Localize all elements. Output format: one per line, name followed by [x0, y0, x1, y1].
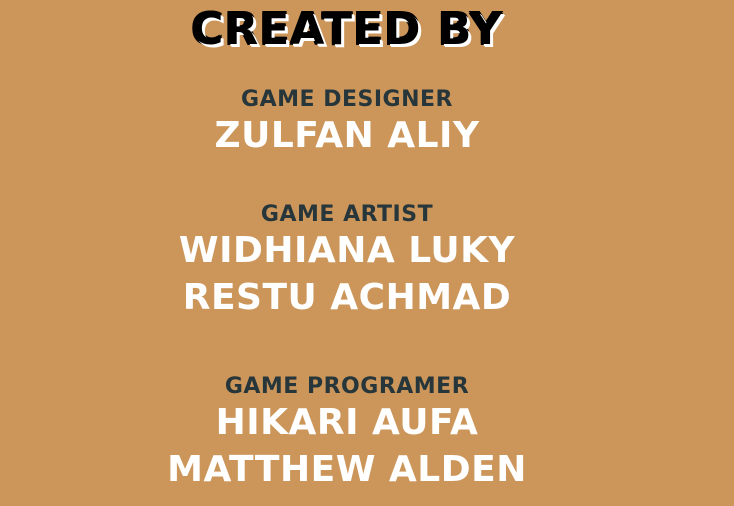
role-game-programer: GAME PROGRAMER [224, 374, 470, 399]
credit-name: HIKARI AUFA [215, 402, 479, 443]
credit-name: WIDHIANA LUKY [178, 230, 516, 271]
role-game-artist: GAME ARTIST [260, 202, 434, 227]
credit-name: ZULFAN ALIY [214, 115, 480, 156]
credits-title: CREATED BY [191, 4, 503, 55]
role-game-designer: GAME DESIGNER [241, 87, 453, 112]
credit-name: RESTU ACHMAD [182, 277, 512, 318]
credit-name: MATTHEW ALDEN [167, 449, 527, 490]
credits-screen: CREATED BY GAME DESIGNER ZULFAN ALIY GAM… [0, 0, 694, 506]
